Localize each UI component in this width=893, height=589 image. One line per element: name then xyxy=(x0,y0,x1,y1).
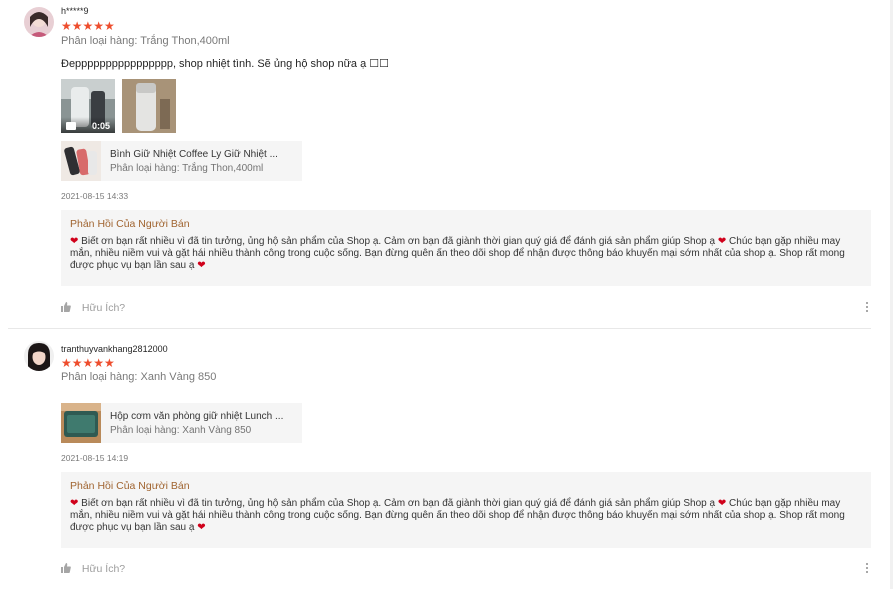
seller-reply-title: Phản Hồi Của Người Bán xyxy=(70,218,190,230)
product-card-variation: Phân loại hàng: Trắng Thon,400ml xyxy=(110,163,264,174)
product-card-variation: Phân loại hàng: Xanh Vàng 850 xyxy=(110,425,252,436)
seller-reply-text: ❤ Biết ơn bạn rất nhiều vì đã tin tưởng,… xyxy=(70,498,862,534)
seller-reply: Phản Hồi Của Người Bán ❤ Biết ơn bạn rất… xyxy=(61,472,871,548)
heart-icon: ❤ xyxy=(197,260,206,271)
seller-reply-title: Phản Hồi Của Người Bán xyxy=(70,480,190,492)
video-overlay: 0:05 xyxy=(61,117,115,133)
thumbs-up-icon xyxy=(61,563,71,573)
product-name: Hộp cơm văn phòng giữ nhiệt Lunch ... xyxy=(110,411,284,422)
heart-icon: ❤ xyxy=(717,498,727,509)
review-divider xyxy=(8,328,871,329)
more-vertical-icon[interactable] xyxy=(866,302,870,314)
review-image-thumbnail[interactable] xyxy=(122,79,176,133)
helpful-button[interactable]: Hữu Ích? xyxy=(61,563,125,575)
review-item: tranthuyvankhang2812000 ★★★★★ Phân loại … xyxy=(0,330,893,589)
heart-icon: ❤ xyxy=(70,498,79,509)
more-vertical-icon[interactable] xyxy=(866,563,870,575)
product-card[interactable]: Hộp cơm văn phòng giữ nhiệt Lunch ... Ph… xyxy=(61,403,302,443)
product-card[interactable]: Bình Giữ Nhiệt Coffee Ly Giữ Nhiệt ... P… xyxy=(61,141,302,181)
product-thumbnail xyxy=(61,403,101,443)
seller-reply-text: ❤ Biết ơn bạn rất nhiều vì đã tin tưởng,… xyxy=(70,236,862,272)
seller-reply-text-part1: Biết ơn bạn rất nhiều vì đã tin tưởng, ủ… xyxy=(81,498,716,509)
username[interactable]: tranthuyvankhang2812000 xyxy=(61,344,168,354)
avatar[interactable] xyxy=(24,341,54,371)
product-thumbnail xyxy=(61,141,101,181)
heart-icon: ❤ xyxy=(197,522,206,533)
product-name: Bình Giữ Nhiệt Coffee Ly Giữ Nhiệt ... xyxy=(110,149,278,160)
product-variation: Phân loại hàng: Xanh Vàng 850 xyxy=(61,371,217,383)
seller-reply: Phản Hồi Của Người Bán ❤ Biết ơn bạn rất… xyxy=(61,210,871,286)
review-item: h*****9 ★★★★★ Phân loại hàng: Trắng Thon… xyxy=(0,0,893,328)
heart-icon: ❤ xyxy=(717,236,727,247)
rating-stars: ★★★★★ xyxy=(61,356,115,370)
username[interactable]: h*****9 xyxy=(61,6,89,16)
helpful-button[interactable]: Hữu Ích? xyxy=(61,302,125,314)
video-camera-icon xyxy=(66,122,76,130)
rating-stars: ★★★★★ xyxy=(61,19,115,33)
review-video-thumbnail[interactable]: 0:05 xyxy=(61,79,115,133)
heart-icon: ❤ xyxy=(70,236,79,247)
product-variation: Phân loại hàng: Trắng Thon,400ml xyxy=(61,35,230,47)
helpful-label: Hữu Ích? xyxy=(81,563,126,575)
helpful-label: Hữu Ích? xyxy=(81,302,126,314)
review-timestamp: 2021-08-15 14:19 xyxy=(61,453,129,463)
review-timestamp: 2021-08-15 14:33 xyxy=(61,191,129,201)
avatar[interactable] xyxy=(24,7,54,37)
video-duration: 0:05 xyxy=(91,121,110,131)
seller-reply-text-part1: Biết ơn bạn rất nhiều vì đã tin tưởng, ủ… xyxy=(81,236,716,247)
review-comment: Đepppppppppppppppp, shop nhiệt tình. Sẽ … xyxy=(61,58,390,70)
thumbs-up-icon xyxy=(61,302,71,312)
